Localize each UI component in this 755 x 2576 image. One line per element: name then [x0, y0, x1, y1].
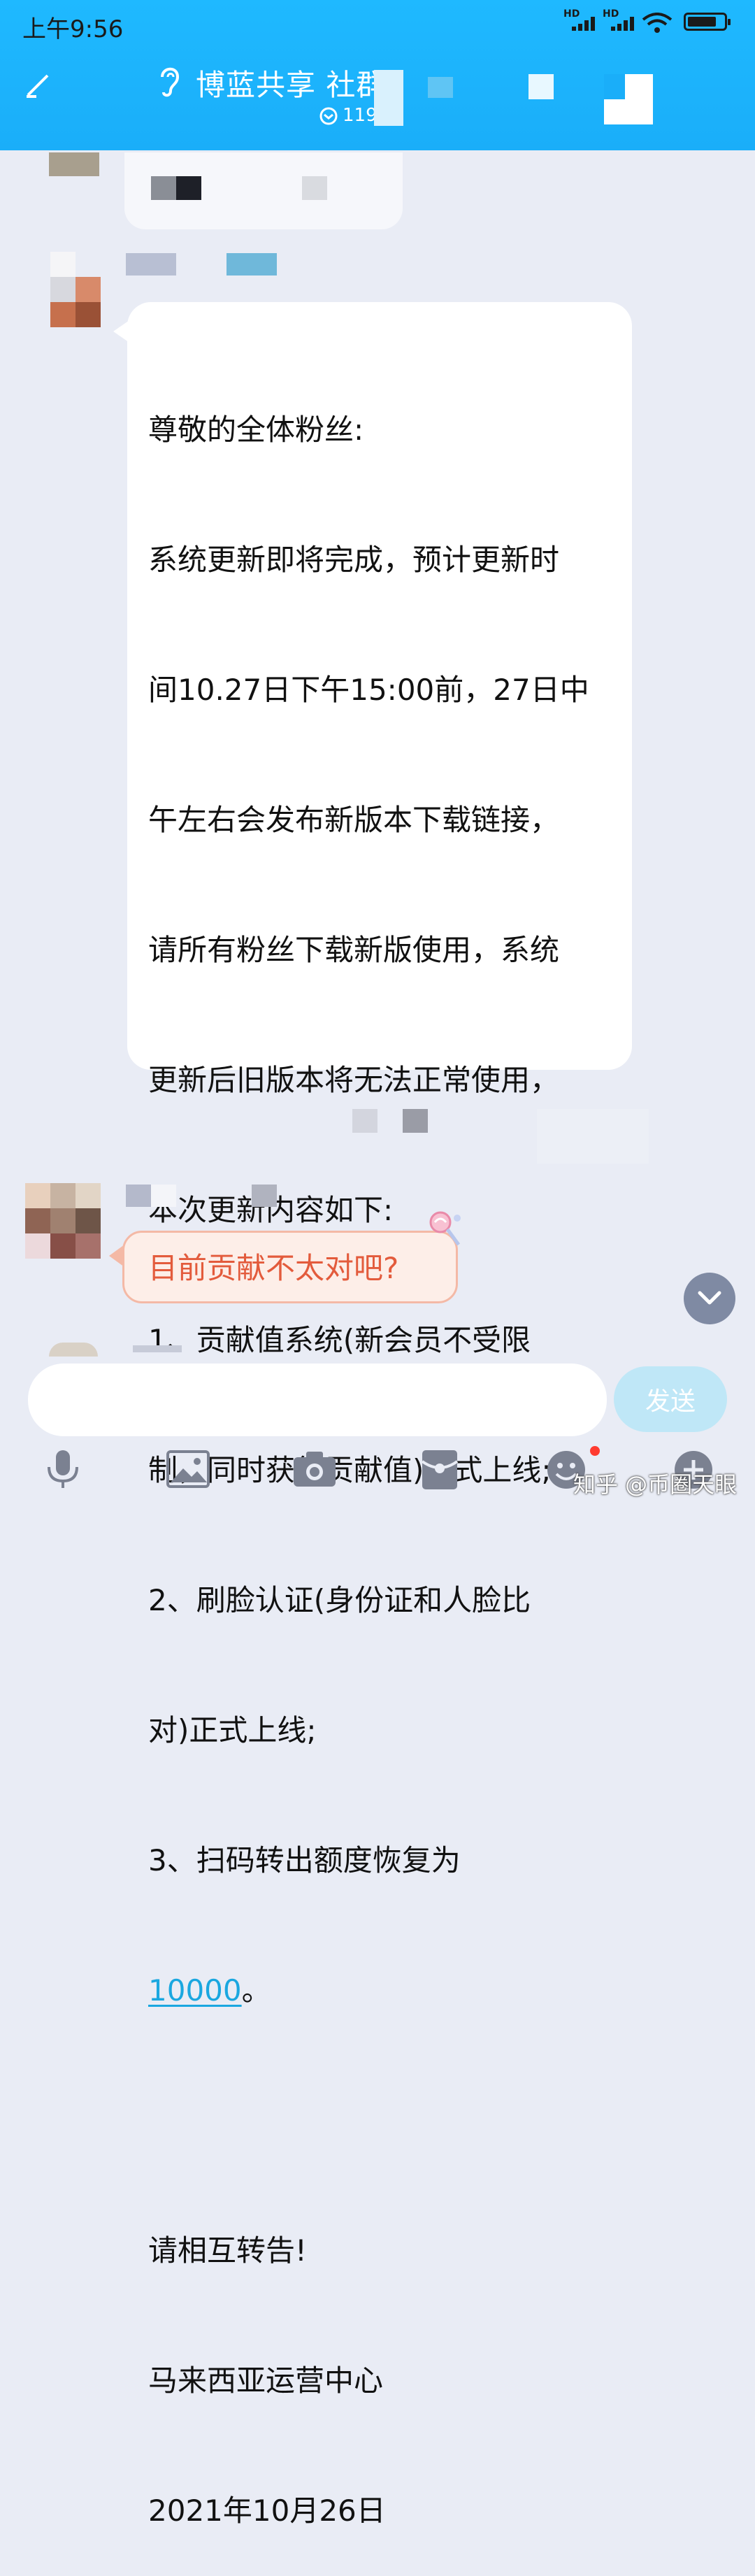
scroll-down-button[interactable]	[684, 1273, 735, 1324]
back-arrow-icon[interactable]	[24, 71, 52, 102]
pixelated-block	[528, 74, 554, 99]
pixelated-block	[604, 74, 625, 99]
group-name[interactable]: 博蓝共享 社群	[196, 62, 386, 104]
members-online-icon	[319, 106, 338, 129]
message-line: 3、扫码转出额度恢复为	[148, 1843, 461, 1877]
camera-icon[interactable]	[292, 1449, 337, 1492]
pixelated-block	[151, 176, 176, 200]
pixelated-block	[403, 1109, 428, 1133]
pixelated-block	[537, 1109, 649, 1164]
ear-icon	[155, 64, 183, 102]
watermark: 知乎 @币圈天眼	[573, 1471, 738, 1498]
signal-icon-2	[611, 15, 634, 31]
sender-name	[133, 1345, 182, 1352]
pixelated-block	[302, 176, 327, 200]
lollipop-icon	[426, 1208, 466, 1253]
message-line: 系统更新即将完成，预计更新时	[148, 543, 560, 577]
signal-icon	[572, 15, 595, 31]
status-time: 上午9:56	[22, 15, 124, 43]
notification-dot	[590, 1446, 600, 1456]
message-line: 本次更新内容如下:	[148, 1193, 394, 1227]
sender-name	[126, 1185, 151, 1207]
message-line: 请所有粉丝下载新版使用，系统	[148, 933, 560, 967]
chevron-down-icon	[698, 1291, 721, 1305]
message-line: 对)正式上线;	[148, 1713, 317, 1747]
message-line: 2、刷脸认证(身份证和人脸比	[148, 1583, 531, 1617]
member-count: 119	[343, 105, 378, 126]
avatar[interactable]	[49, 1343, 98, 1357]
avatar[interactable]	[25, 1183, 101, 1259]
avatar[interactable]	[25, 252, 101, 327]
pixelated-block	[352, 1109, 378, 1133]
sender-badge	[252, 1185, 277, 1207]
wifi-icon	[642, 13, 673, 36]
message-line: 间10.27日下午15:00前，27日中	[148, 673, 589, 707]
pixelated-block	[374, 70, 403, 126]
sender-badge	[226, 253, 277, 276]
link-suffix: 。	[241, 1973, 271, 2008]
message-line: 午左右会发布新版本下载链接，	[148, 803, 560, 837]
message-line: 1、贡献值系统(新会员不受限	[148, 1323, 531, 1357]
message-line: 请相互转告!	[148, 2233, 307, 2268]
sender-name	[151, 1185, 176, 1207]
message-line-link: 10000。	[148, 1969, 624, 2012]
number-link[interactable]: 10000	[148, 1973, 242, 2008]
red-packet-icon[interactable]	[421, 1449, 459, 1494]
avatar[interactable]	[49, 152, 99, 176]
pixelated-block	[176, 176, 201, 200]
image-icon[interactable]	[166, 1449, 210, 1492]
message-line: 2021年10月26日	[148, 2493, 386, 2528]
battery-icon	[684, 13, 731, 31]
message-line: 更新后旧版本将无法正常使用，	[148, 1063, 560, 1097]
reply-text: 目前贡献不太对吧?	[148, 1251, 399, 1285]
message-line: 马来西亚运营中心	[148, 2363, 384, 2398]
microphone-icon[interactable]	[43, 1449, 82, 1494]
send-button[interactable]: 发送	[614, 1366, 727, 1432]
pixelated-block	[428, 77, 453, 98]
message-line: 尊敬的全体粉丝:	[148, 413, 364, 447]
sender-name	[126, 253, 176, 276]
message-input[interactable]	[28, 1364, 607, 1436]
